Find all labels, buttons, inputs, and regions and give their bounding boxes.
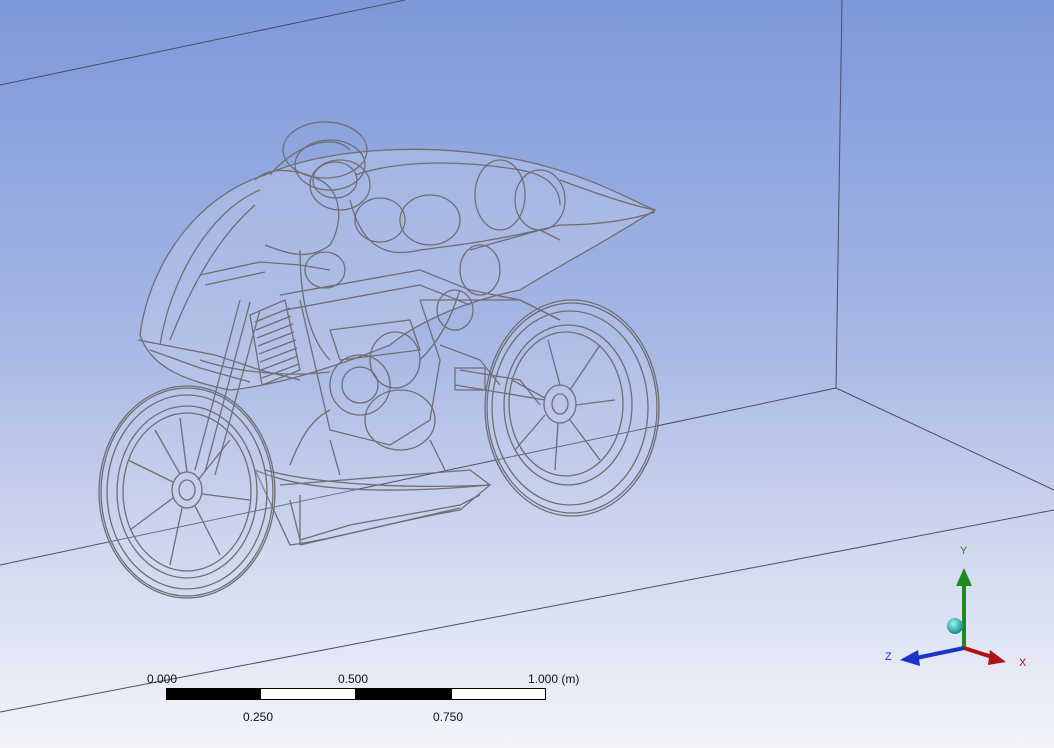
orientation-triad[interactable]: Y Z X — [880, 540, 1040, 680]
isometric-view-sphere — [947, 618, 963, 634]
scale-label-0-75: 0.750 — [433, 710, 464, 724]
scale-segment-4 — [451, 688, 546, 700]
x-axis-arrow[interactable] — [963, 646, 1006, 665]
scale-label-0-5: 0.500 — [338, 672, 369, 686]
scale-label-1: 1.000 (m) — [528, 672, 580, 686]
motorcycle-model[interactable] — [98, 121, 660, 599]
x-axis-label: X — [1019, 657, 1027, 669]
scale-segment-2 — [260, 688, 356, 700]
scale-label-0-25: 0.250 — [243, 710, 274, 724]
y-axis-arrow[interactable] — [956, 568, 972, 648]
z-axis-label: Z — [885, 651, 892, 663]
front-tire-shell — [98, 385, 276, 599]
belly-pan — [253, 468, 493, 546]
z-axis-arrow[interactable] — [900, 646, 965, 666]
scale-label-0: 0.000 — [147, 672, 178, 686]
scale-segment-3 — [356, 688, 451, 700]
graphics-viewport[interactable]: 0.000 0.500 1.000 (m) 0.250 0.750 Y Z X — [0, 0, 1054, 748]
scale-segment-1 — [166, 688, 260, 700]
y-axis-label: Y — [960, 545, 968, 557]
